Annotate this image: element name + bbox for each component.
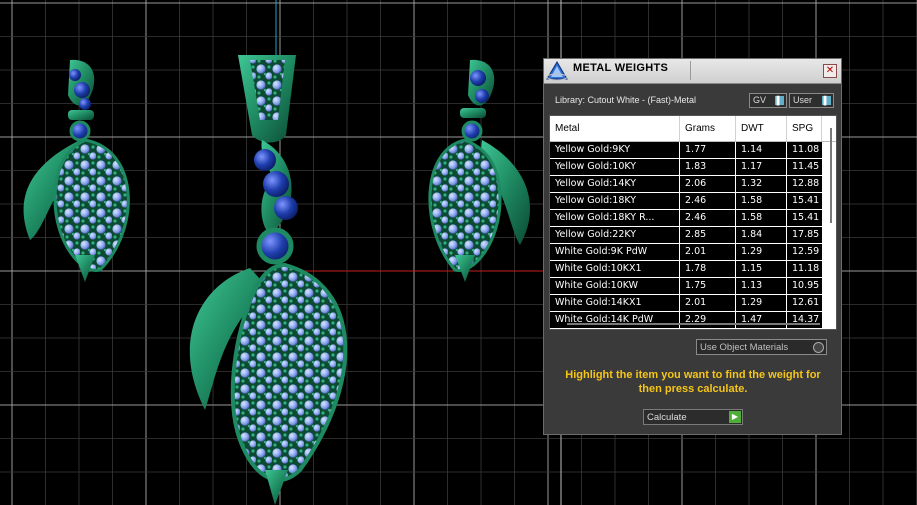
- vertical-scrollbar[interactable]: [828, 128, 834, 288]
- table-row[interactable]: White Gold:9K PdW 2.01 1.29 12.59: [550, 244, 822, 261]
- table-row[interactable]: Yellow Gold:9KY 1.77 1.14 11.08: [550, 142, 822, 159]
- column-header-spg[interactable]: SPG: [787, 116, 822, 141]
- cell-metal: Yellow Gold:14KY: [550, 176, 680, 192]
- library-label: Library: Cutout White - (Fast)-Metal: [555, 95, 697, 105]
- cell-dwt: 1.32: [736, 176, 787, 192]
- cell-spg: 14.37: [792, 314, 820, 325]
- cell-dwt: 1.14: [736, 142, 787, 158]
- app-logo-icon: [546, 61, 568, 81]
- close-icon[interactable]: ✕: [823, 64, 837, 78]
- table-row[interactable]: Yellow Gold:18KY R... 2.46 1.58 15.41: [550, 210, 822, 227]
- cell-metal: Yellow Gold:18KY R...: [550, 210, 680, 226]
- cell-metal: Yellow Gold:22KY: [550, 227, 680, 243]
- cell-metal: White Gold:10KW: [550, 278, 680, 294]
- gv-dropdown[interactable]: GV ▌: [749, 93, 787, 108]
- table-row[interactable]: Yellow Gold:18KY 2.46 1.58 15.41: [550, 193, 822, 210]
- radio-icon[interactable]: [813, 342, 824, 353]
- user-label: User: [793, 95, 813, 105]
- cell-metal: Yellow Gold:9KY: [550, 142, 680, 158]
- dropdown-arrow-icon: ▌: [775, 96, 784, 105]
- cell-metal: White Gold:10KX1: [550, 261, 680, 277]
- cell-grams: 2.29: [680, 312, 736, 328]
- cell-metal: White Gold:14K PdW: [550, 312, 680, 328]
- right-earring: [428, 59, 531, 282]
- cell-grams: 1.78: [680, 261, 736, 277]
- table-row[interactable]: Yellow Gold:22KY 2.85 1.84 17.85: [550, 227, 822, 244]
- dropdown-arrow-icon: ▌: [822, 96, 831, 105]
- cell-grams: 2.01: [680, 244, 736, 260]
- table-row[interactable]: White Gold:14K PdW 2.29 1.47 14.37: [550, 312, 822, 329]
- cell-metal: Yellow Gold:18KY: [550, 193, 680, 209]
- column-header-grams[interactable]: Grams: [680, 116, 736, 141]
- cell-dwt: 1.58: [736, 193, 787, 209]
- table-row[interactable]: Yellow Gold:14KY 2.06 1.32 12.88: [550, 176, 822, 193]
- cell-dwt: 1.84: [736, 227, 787, 243]
- cell-dwt: 1.17: [736, 159, 787, 175]
- cell-metal: White Gold:14KX1: [550, 295, 680, 311]
- cell-grams: 2.46: [680, 210, 736, 226]
- play-arrow-icon: ▶: [729, 411, 741, 423]
- cell-grams: 2.85: [680, 227, 736, 243]
- dialog-title: METAL WEIGHTS: [573, 62, 669, 74]
- table-row[interactable]: White Gold:10KW 1.75 1.13 10.95: [550, 278, 822, 295]
- use-object-materials-label: Use Object Materials: [700, 342, 789, 353]
- use-object-materials-toggle[interactable]: Use Object Materials: [696, 339, 827, 355]
- horizontal-scrollbar[interactable]: [567, 323, 820, 325]
- metal-table[interactable]: Metal Grams DWT SPG Yellow Gold:9KY 1.77 1…: [549, 115, 837, 330]
- user-dropdown[interactable]: User ▌: [789, 93, 834, 108]
- cell-metal: White Gold:9K PdW: [550, 244, 680, 260]
- column-header-dwt[interactable]: DWT: [736, 116, 787, 141]
- calculate-label: Calculate: [647, 412, 687, 423]
- table-row[interactable]: White Gold:14KX1 2.01 1.29 12.61: [550, 295, 822, 312]
- table-row[interactable]: Yellow Gold:10KY 1.83 1.17 11.45: [550, 159, 822, 176]
- table-row[interactable]: White Gold:10KX1 1.78 1.15 11.18: [550, 261, 822, 278]
- cell-dwt: 1.29: [736, 295, 787, 311]
- cell-metal: Yellow Gold:10KY: [550, 159, 680, 175]
- cell-dwt: 1.47: [736, 312, 787, 328]
- cell-grams: 1.75: [680, 278, 736, 294]
- gv-label: GV: [753, 95, 767, 105]
- cell-grams: 2.01: [680, 295, 736, 311]
- instruction-text: Highlight the item you want to find the …: [565, 369, 821, 395]
- cell-dwt: 1.15: [736, 261, 787, 277]
- cell-grams: 2.46: [680, 193, 736, 209]
- titlebar-divider: [690, 61, 691, 80]
- column-header-metal[interactable]: Metal: [550, 116, 680, 141]
- calculate-button[interactable]: Calculate ▶: [643, 409, 743, 425]
- vertical-scrollbar-thumb[interactable]: [830, 128, 832, 223]
- table-header: Metal Grams DWT SPG: [550, 116, 836, 142]
- metal-weights-dialog: METAL WEIGHTS ✕ Library: Cutout White - …: [543, 58, 842, 435]
- dialog-titlebar[interactable]: METAL WEIGHTS ✕: [544, 59, 841, 84]
- cell-spg: 12.61: [792, 297, 820, 308]
- cell-dwt: 1.13: [736, 278, 787, 294]
- cell-grams: 1.77: [680, 142, 736, 158]
- cell-grams: 2.06: [680, 176, 736, 192]
- cell-dwt: 1.58: [736, 210, 787, 226]
- cell-dwt: 1.29: [736, 244, 787, 260]
- table-body: Yellow Gold:9KY 1.77 1.14 11.08 Yellow Gold:…: [550, 142, 822, 329]
- cell-grams: 1.83: [680, 159, 736, 175]
